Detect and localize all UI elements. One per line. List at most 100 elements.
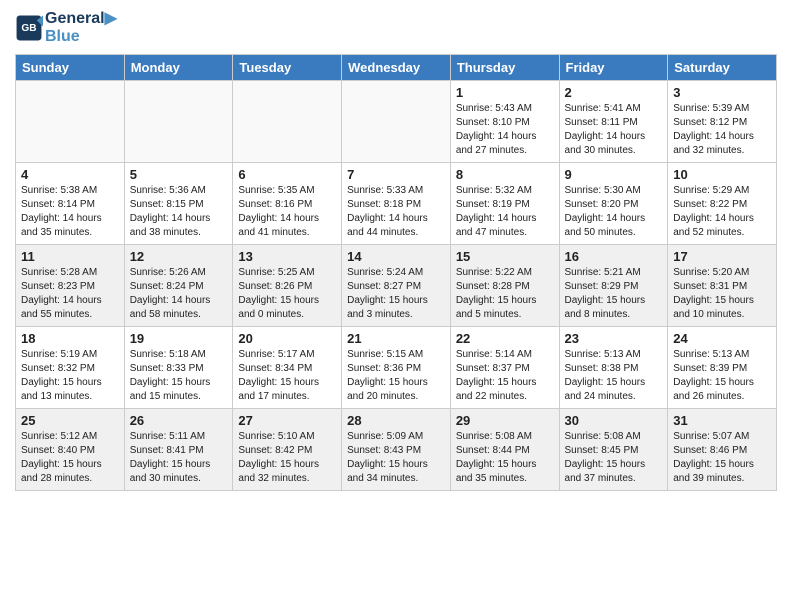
day-number: 7 (347, 167, 445, 182)
header: GB General▶ Blue (15, 10, 777, 46)
day-number: 6 (238, 167, 336, 182)
day-number: 19 (130, 331, 228, 346)
day-number: 21 (347, 331, 445, 346)
day-info: Sunrise: 5:15 AM Sunset: 8:36 PM Dayligh… (347, 348, 445, 404)
calendar-cell: 28Sunrise: 5:09 AM Sunset: 8:43 PM Dayli… (342, 408, 451, 490)
day-number: 3 (673, 85, 771, 100)
calendar-cell: 2 Sunrise: 5:41 AM Sunset: 8:11 PM Daylig… (559, 80, 668, 162)
calendar-cell: 1 Sunrise: 5:43 AM Sunset: 8:10 PM Daylig… (450, 80, 559, 162)
day-info: Sunrise: 5:29 AM Sunset: 8:22 PM Dayligh… (673, 184, 771, 240)
day-info: Sunrise: 5:11 AM Sunset: 8:41 PM Dayligh… (130, 430, 228, 486)
weekday-header-wednesday: Wednesday (342, 54, 451, 80)
day-info: Sunrise: 5:41 AM Sunset: 8:11 PM Dayligh… (565, 102, 663, 158)
calendar-cell: 3 Sunrise: 5:39 AM Sunset: 8:12 PM Daylig… (668, 80, 777, 162)
day-info: Sunrise: 5:18 AM Sunset: 8:33 PM Dayligh… (130, 348, 228, 404)
logo-text: General▶ Blue (45, 10, 117, 46)
weekday-header-thursday: Thursday (450, 54, 559, 80)
calendar-cell: 17 Sunrise: 5:20 AM Sunset: 8:31 PM Dayli… (668, 244, 777, 326)
calendar-cell: 9Sunrise: 5:30 AM Sunset: 8:20 PM Daylig… (559, 162, 668, 244)
calendar-cell: 23 Sunrise: 5:13 AM Sunset: 8:38 PM Dayli… (559, 326, 668, 408)
calendar-cell: 18 Sunrise: 5:19 AM Sunset: 8:32 PM Dayli… (16, 326, 125, 408)
day-info: Sunrise: 5:09 AM Sunset: 8:43 PM Dayligh… (347, 430, 445, 486)
calendar-cell (233, 80, 342, 162)
calendar-cell: 4 Sunrise: 5:38 AM Sunset: 8:14 PM Daylig… (16, 162, 125, 244)
day-number: 30 (565, 413, 663, 428)
day-number: 25 (21, 413, 119, 428)
week-row-1: 1 Sunrise: 5:43 AM Sunset: 8:10 PM Daylig… (16, 80, 777, 162)
calendar-table: SundayMondayTuesdayWednesdayThursdayFrid… (15, 54, 777, 491)
day-number: 4 (21, 167, 119, 182)
day-number: 10 (673, 167, 771, 182)
calendar-cell: 13Sunrise: 5:25 AM Sunset: 8:26 PM Dayli… (233, 244, 342, 326)
day-info: Sunrise: 5:33 AM Sunset: 8:18 PM Dayligh… (347, 184, 445, 240)
calendar-cell: 24 Sunrise: 5:13 AM Sunset: 8:39 PM Dayli… (668, 326, 777, 408)
day-number: 8 (456, 167, 554, 182)
calendar-cell: 14Sunrise: 5:24 AM Sunset: 8:27 PM Dayli… (342, 244, 451, 326)
logo: GB General▶ Blue (15, 10, 117, 46)
day-info: Sunrise: 5:32 AM Sunset: 8:19 PM Dayligh… (456, 184, 554, 240)
day-info: Sunrise: 5:24 AM Sunset: 8:27 PM Dayligh… (347, 266, 445, 322)
calendar-cell: 20 Sunrise: 5:17 AM Sunset: 8:34 PM Dayli… (233, 326, 342, 408)
weekday-header-tuesday: Tuesday (233, 54, 342, 80)
day-info: Sunrise: 5:14 AM Sunset: 8:37 PM Dayligh… (456, 348, 554, 404)
week-row-4: 18 Sunrise: 5:19 AM Sunset: 8:32 PM Dayli… (16, 326, 777, 408)
day-info: Sunrise: 5:35 AM Sunset: 8:16 PM Dayligh… (238, 184, 336, 240)
day-number: 11 (21, 249, 119, 264)
day-info: Sunrise: 5:36 AM Sunset: 8:15 PM Dayligh… (130, 184, 228, 240)
day-number: 12 (130, 249, 228, 264)
calendar-cell (342, 80, 451, 162)
calendar-cell: 10 Sunrise: 5:29 AM Sunset: 8:22 PM Dayli… (668, 162, 777, 244)
day-info: Sunrise: 5:43 AM Sunset: 8:10 PM Dayligh… (456, 102, 554, 158)
calendar-cell: 15 Sunrise: 5:22 AM Sunset: 8:28 PM Dayli… (450, 244, 559, 326)
calendar-cell: 5Sunrise: 5:36 AM Sunset: 8:15 PM Daylig… (124, 162, 233, 244)
calendar-cell: 8 Sunrise: 5:32 AM Sunset: 8:19 PM Daylig… (450, 162, 559, 244)
day-number: 18 (21, 331, 119, 346)
day-number: 31 (673, 413, 771, 428)
day-number: 20 (238, 331, 336, 346)
day-info: Sunrise: 5:22 AM Sunset: 8:28 PM Dayligh… (456, 266, 554, 322)
day-number: 1 (456, 85, 554, 100)
calendar-cell: 26Sunrise: 5:11 AM Sunset: 8:41 PM Dayli… (124, 408, 233, 490)
day-number: 27 (238, 413, 336, 428)
day-number: 2 (565, 85, 663, 100)
day-info: Sunrise: 5:25 AM Sunset: 8:26 PM Dayligh… (238, 266, 336, 322)
day-info: Sunrise: 5:19 AM Sunset: 8:32 PM Dayligh… (21, 348, 119, 404)
day-number: 23 (565, 331, 663, 346)
day-info: Sunrise: 5:07 AM Sunset: 8:46 PM Dayligh… (673, 430, 771, 486)
logo-icon: GB (15, 14, 43, 42)
day-info: Sunrise: 5:39 AM Sunset: 8:12 PM Dayligh… (673, 102, 771, 158)
day-info: Sunrise: 5:21 AM Sunset: 8:29 PM Dayligh… (565, 266, 663, 322)
day-info: Sunrise: 5:08 AM Sunset: 8:45 PM Dayligh… (565, 430, 663, 486)
calendar-cell: 27 Sunrise: 5:10 AM Sunset: 8:42 PM Dayli… (233, 408, 342, 490)
day-info: Sunrise: 5:17 AM Sunset: 8:34 PM Dayligh… (238, 348, 336, 404)
calendar-cell: 31 Sunrise: 5:07 AM Sunset: 8:46 PM Dayli… (668, 408, 777, 490)
calendar-cell: 25Sunrise: 5:12 AM Sunset: 8:40 PM Dayli… (16, 408, 125, 490)
calendar-cell: 6 Sunrise: 5:35 AM Sunset: 8:16 PM Daylig… (233, 162, 342, 244)
day-info: Sunrise: 5:13 AM Sunset: 8:39 PM Dayligh… (673, 348, 771, 404)
weekday-header-saturday: Saturday (668, 54, 777, 80)
calendar-cell: 22Sunrise: 5:14 AM Sunset: 8:37 PM Dayli… (450, 326, 559, 408)
svg-text:GB: GB (21, 23, 36, 34)
calendar-cell: 29 Sunrise: 5:08 AM Sunset: 8:44 PM Dayli… (450, 408, 559, 490)
day-info: Sunrise: 5:13 AM Sunset: 8:38 PM Dayligh… (565, 348, 663, 404)
calendar-cell: 19 Sunrise: 5:18 AM Sunset: 8:33 PM Dayli… (124, 326, 233, 408)
calendar-container: GB General▶ Blue SundayMondayTuesdayWedn… (0, 0, 792, 501)
day-number: 15 (456, 249, 554, 264)
day-info: Sunrise: 5:10 AM Sunset: 8:42 PM Dayligh… (238, 430, 336, 486)
calendar-cell: 12 Sunrise: 5:26 AM Sunset: 8:24 PM Dayli… (124, 244, 233, 326)
calendar-cell: 16 Sunrise: 5:21 AM Sunset: 8:29 PM Dayli… (559, 244, 668, 326)
day-number: 17 (673, 249, 771, 264)
day-number: 29 (456, 413, 554, 428)
day-number: 16 (565, 249, 663, 264)
calendar-cell (124, 80, 233, 162)
week-row-3: 11Sunrise: 5:28 AM Sunset: 8:23 PM Dayli… (16, 244, 777, 326)
calendar-cell: 30 Sunrise: 5:08 AM Sunset: 8:45 PM Dayli… (559, 408, 668, 490)
day-number: 24 (673, 331, 771, 346)
calendar-cell: 7 Sunrise: 5:33 AM Sunset: 8:18 PM Daylig… (342, 162, 451, 244)
weekday-header-monday: Monday (124, 54, 233, 80)
day-info: Sunrise: 5:38 AM Sunset: 8:14 PM Dayligh… (21, 184, 119, 240)
day-info: Sunrise: 5:26 AM Sunset: 8:24 PM Dayligh… (130, 266, 228, 322)
day-info: Sunrise: 5:20 AM Sunset: 8:31 PM Dayligh… (673, 266, 771, 322)
day-info: Sunrise: 5:08 AM Sunset: 8:44 PM Dayligh… (456, 430, 554, 486)
week-row-2: 4 Sunrise: 5:38 AM Sunset: 8:14 PM Daylig… (16, 162, 777, 244)
